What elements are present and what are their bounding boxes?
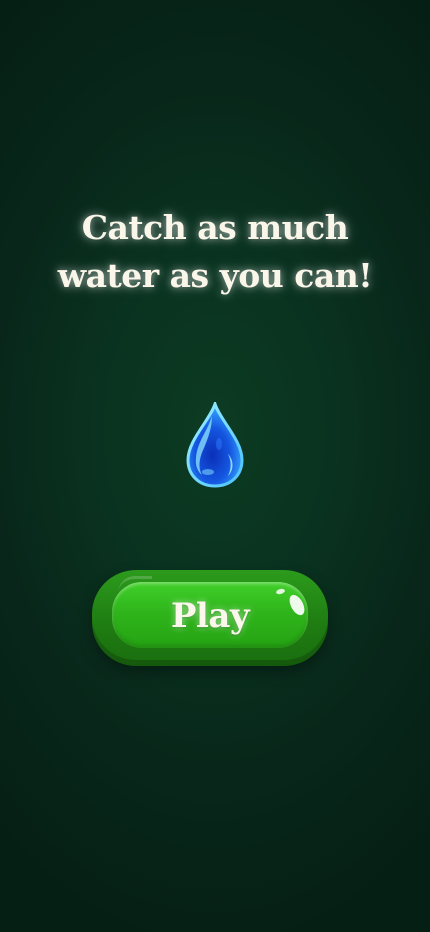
water-drop-icon [186,402,244,488]
play-button[interactable]: Play [92,570,328,666]
headline-line-2: water as you can! [57,256,373,295]
instruction-headline: Catch as much water as you can! [20,204,410,300]
play-button-label: Play [170,596,250,636]
start-screen: Catch as much water as you can! Play [0,0,430,932]
headline-line-1: Catch as much [81,208,349,247]
